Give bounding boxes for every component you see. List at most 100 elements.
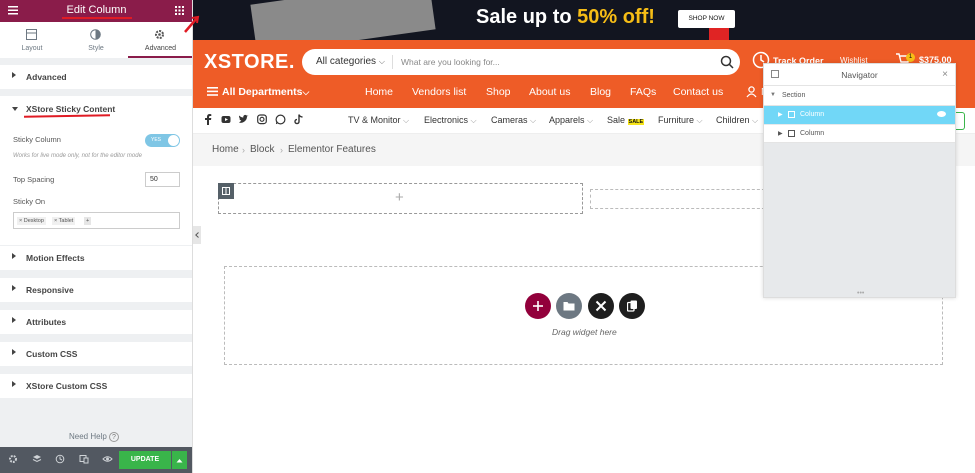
caret-right-icon bbox=[12, 381, 16, 387]
xstore-library-button[interactable] bbox=[588, 293, 614, 319]
departments-menu-icon bbox=[207, 87, 218, 96]
history-icon[interactable] bbox=[55, 454, 65, 464]
close-icon[interactable]: × bbox=[942, 69, 948, 80]
category-apparels[interactable]: Apparels ⌵ bbox=[549, 115, 593, 126]
chevron-down-icon: ⌵ bbox=[470, 116, 477, 125]
caret-down-icon[interactable] bbox=[11, 106, 19, 112]
breadcrumb-home[interactable]: Home bbox=[212, 144, 239, 155]
section-advanced[interactable]: Advanced bbox=[0, 65, 192, 89]
layout-icon bbox=[26, 29, 37, 40]
tab-layout[interactable]: Layout bbox=[0, 22, 64, 58]
caret-down-icon[interactable]: ▼ bbox=[770, 92, 776, 98]
site-logo[interactable]: XSTORE. bbox=[204, 51, 295, 74]
facebook-icon[interactable] bbox=[204, 114, 212, 125]
caret-right-icon[interactable]: ▶ bbox=[778, 130, 783, 137]
eye-icon[interactable] bbox=[937, 111, 946, 117]
add-section-button[interactable] bbox=[525, 293, 551, 319]
instagram-icon[interactable] bbox=[257, 114, 267, 125]
tiktok-icon[interactable] bbox=[294, 114, 304, 125]
shop-now-button[interactable]: SHOP NOW bbox=[678, 10, 735, 28]
preview-eye-icon[interactable] bbox=[102, 454, 113, 464]
tab-layout-label: Layout bbox=[21, 45, 43, 52]
category-label: TV & Monitor bbox=[348, 115, 401, 125]
section-custom-css[interactable]: Custom CSS bbox=[0, 342, 192, 366]
category-label: Electronics bbox=[424, 115, 469, 125]
sale-text: Sale up to bbox=[476, 6, 578, 28]
panel-collapse-handle[interactable] bbox=[193, 226, 201, 244]
breadcrumb-separator: › bbox=[280, 145, 283, 155]
section-attributes[interactable]: Attributes bbox=[0, 310, 192, 334]
navigator-column-item[interactable]: ▶ Column bbox=[764, 125, 955, 143]
sticky-on-select[interactable]: × Desktop × Tablet + bbox=[13, 212, 180, 229]
sticky-on-tag-tablet[interactable]: × Tablet bbox=[52, 217, 76, 225]
navigator-resize-handle[interactable]: ••• bbox=[857, 290, 864, 297]
sticky-on-label: Sticky On bbox=[13, 197, 46, 206]
gear-icon bbox=[155, 30, 164, 39]
nav-shop[interactable]: Shop bbox=[486, 86, 511, 98]
tab-advanced-label: Advanced bbox=[144, 45, 177, 52]
keyboard-image bbox=[250, 0, 436, 40]
nav-vendors-list[interactable]: Vendors list bbox=[412, 86, 466, 98]
plus-icon bbox=[533, 301, 543, 311]
twitter-icon[interactable] bbox=[238, 114, 249, 125]
chevron-down-icon: ⌵ bbox=[587, 116, 594, 125]
section-xstore-css-label: XStore Custom CSS bbox=[26, 381, 108, 391]
annotation-underline bbox=[62, 17, 132, 19]
sticky-on-tag-desktop[interactable]: × Desktop bbox=[17, 217, 46, 225]
nav-home[interactable]: Home bbox=[365, 86, 393, 98]
style-icon bbox=[90, 29, 101, 40]
nav-about-us[interactable]: About us bbox=[529, 86, 570, 98]
search-icon[interactable] bbox=[720, 55, 734, 69]
sticky-column-label: Sticky Column bbox=[13, 135, 61, 144]
responsive-icon[interactable] bbox=[79, 454, 89, 464]
category-furniture[interactable]: Furniture ⌵ bbox=[658, 115, 703, 126]
promo-banner: Sale up to 50% off! SHOP NOW bbox=[193, 0, 975, 40]
update-button[interactable]: UPDATE bbox=[119, 451, 171, 469]
caret-right-icon[interactable]: ▶ bbox=[778, 111, 783, 118]
nav-faqs[interactable]: FAQs bbox=[630, 86, 656, 98]
section-custom-css-label: Custom CSS bbox=[26, 349, 78, 359]
column-placeholder[interactable] bbox=[590, 189, 770, 209]
top-spacing-input[interactable]: 50 bbox=[145, 172, 180, 187]
category-label: Sale bbox=[607, 115, 626, 125]
need-help-link[interactable]: Need Help bbox=[69, 432, 107, 441]
panel-footer: UPDATE bbox=[0, 447, 192, 473]
sticky-on-add[interactable]: + bbox=[84, 217, 92, 225]
settings-icon[interactable] bbox=[8, 454, 18, 464]
section-xstore-custom-css[interactable]: XStore Custom CSS bbox=[0, 374, 192, 398]
search-input[interactable]: What are you looking for... bbox=[401, 57, 500, 67]
section-motion-effects[interactable]: Motion Effects bbox=[0, 246, 192, 270]
sticky-note: Works for live mode only, not for the ed… bbox=[13, 153, 142, 159]
section-sticky-title[interactable]: XStore Sticky Content bbox=[26, 104, 115, 114]
section-responsive[interactable]: Responsive bbox=[0, 278, 192, 302]
navigator-column-item[interactable]: ▶ Column bbox=[764, 106, 955, 124]
navigator-header[interactable]: Navigator × bbox=[764, 64, 955, 86]
copy-paste-button[interactable] bbox=[619, 293, 645, 319]
whatsapp-icon[interactable] bbox=[275, 114, 286, 125]
panel-title: Edit Column bbox=[66, 4, 127, 16]
chevron-down-icon: ⌵ bbox=[378, 57, 385, 66]
search-category-select[interactable]: All categories ⌵ bbox=[316, 56, 385, 67]
category-children[interactable]: Children ⌵ bbox=[716, 115, 758, 126]
sticky-column-toggle[interactable]: YES bbox=[145, 134, 180, 147]
add-element-plus[interactable]: + bbox=[395, 189, 404, 206]
category-tv-monitor[interactable]: TV & Monitor ⌵ bbox=[348, 115, 409, 126]
navigator-section-item[interactable]: ▼ Section bbox=[764, 86, 955, 106]
column-handle[interactable] bbox=[218, 183, 234, 199]
help-icon[interactable]: ? bbox=[109, 432, 119, 442]
add-template-button[interactable] bbox=[556, 293, 582, 319]
layers-icon[interactable] bbox=[32, 454, 42, 464]
category-electronics[interactable]: Electronics ⌵ bbox=[424, 115, 477, 126]
category-cameras[interactable]: Cameras ⌵ bbox=[491, 115, 536, 126]
youtube-icon[interactable] bbox=[221, 114, 231, 125]
user-icon[interactable] bbox=[746, 86, 757, 98]
tab-style[interactable]: Style bbox=[64, 22, 128, 58]
breadcrumb-block[interactable]: Block bbox=[250, 144, 274, 155]
nav-contact-us[interactable]: Contact us bbox=[673, 86, 723, 98]
nav-blog[interactable]: Blog bbox=[590, 86, 611, 98]
update-options-button[interactable] bbox=[172, 451, 187, 469]
category-sale[interactable]: Sale SALE bbox=[607, 115, 645, 125]
all-departments-button[interactable]: All Departments⌵ bbox=[222, 86, 309, 98]
section-motion-label: Motion Effects bbox=[26, 253, 85, 263]
header-button-edge[interactable] bbox=[955, 112, 965, 130]
